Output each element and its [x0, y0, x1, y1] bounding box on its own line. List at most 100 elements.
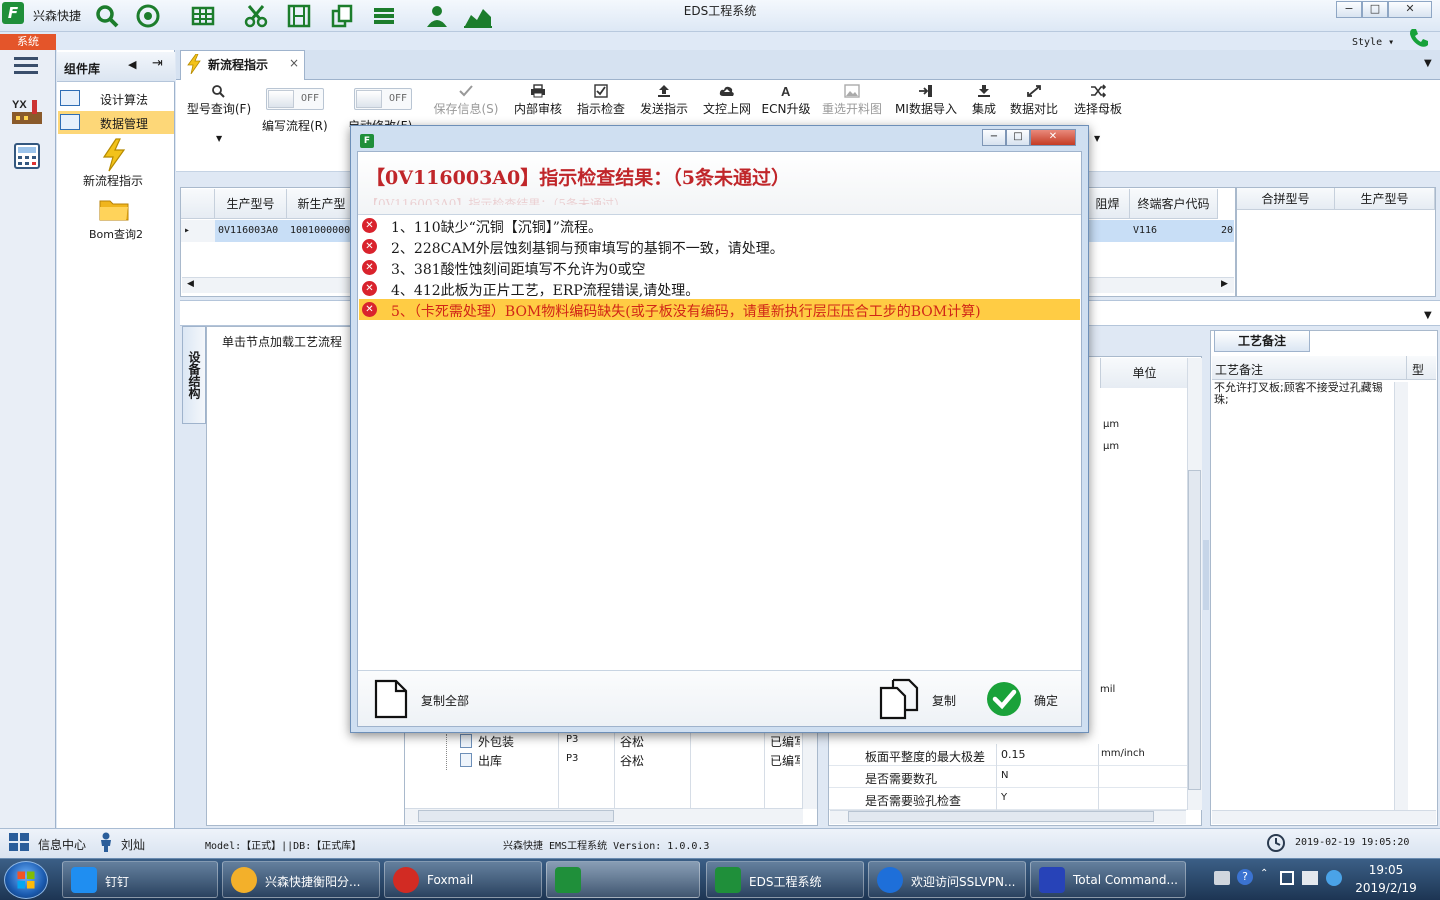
keyboard-icon[interactable] [1214, 871, 1230, 885]
mi-data-import-button[interactable]: MI数据导入 [892, 82, 960, 122]
chevron-down-icon[interactable]: ▼ [216, 134, 222, 143]
check-instruction-button[interactable]: 指示检查 [573, 82, 629, 122]
maximize-button[interactable]: □ [1362, 1, 1388, 18]
minimize-button[interactable]: − [1336, 1, 1362, 18]
taskbar-item-eds-blank[interactable] [546, 861, 700, 898]
start-button[interactable] [4, 861, 48, 899]
internal-review-button[interactable]: 内部审核 [510, 82, 566, 122]
taskbar-item-total-commander[interactable]: Total Command... [1030, 861, 1186, 898]
scroll-thumb[interactable] [1188, 470, 1201, 790]
save-info-button[interactable]: 保存信息(S) [428, 82, 504, 122]
dialog-maximize-button[interactable]: □ [1006, 129, 1030, 146]
document-icon[interactable] [373, 679, 409, 719]
phone-icon[interactable] [1408, 27, 1430, 49]
tab-close-icon[interactable]: × [289, 56, 299, 70]
table-cell[interactable]: 20 [1218, 220, 1234, 242]
help-icon[interactable]: ? [1237, 869, 1253, 885]
grid-header-model[interactable]: 生产型号 [215, 189, 287, 219]
data-compare-button[interactable]: 数据对比 [1006, 82, 1062, 122]
doc-control-upload-button[interactable]: 文控上网 [699, 82, 755, 122]
vertical-scrollbar[interactable] [1394, 382, 1408, 810]
list-item-selected[interactable]: ✕ 5、（卡死需处理）BOM物料编码缺失(或子板没有编码，请重新执行层压压合工步的… [359, 299, 1080, 320]
integrate-button[interactable]: 集成 [966, 82, 1002, 122]
select-mother-board-button[interactable]: 选择母板 [1070, 82, 1126, 122]
remarks-header-label[interactable]: 工艺备注 [1215, 361, 1263, 378]
start-edit-toggle[interactable]: OFF [354, 88, 412, 110]
chevron-up-icon[interactable]: ⌃ [1260, 868, 1268, 879]
list-item[interactable]: ✕ 1、110缺少“沉铜【沉铜】”流程。 [359, 215, 1080, 236]
folder-icon[interactable] [98, 196, 130, 222]
reselect-cut-map-button[interactable]: 重选开料图 [818, 82, 886, 122]
taskbar-item-ie[interactable]: 欢迎访问SSLVPN... [868, 861, 1026, 898]
tree-item-design-algorithm[interactable]: 设计算法 [58, 87, 174, 110]
vertical-scrollbar[interactable] [802, 731, 817, 809]
scroll-thumb[interactable] [848, 811, 1154, 822]
scroll-left-icon[interactable]: ◀ [187, 279, 194, 289]
ecn-upgrade-button[interactable]: A ECN升级 [760, 82, 812, 122]
copy-button[interactable]: 复制 [932, 692, 956, 709]
windows-grid-icon[interactable] [8, 832, 30, 852]
grid-header-unit[interactable]: 单位 [1100, 358, 1188, 388]
table-row[interactable]: 是否需要数孔 N [829, 766, 1187, 788]
vpn-icon[interactable] [1326, 870, 1342, 886]
table-cell[interactable] [1086, 220, 1130, 242]
remarks-text[interactable]: 不允许打叉板;顾客不接受过孔藏锡珠; [1214, 382, 1394, 406]
process-row-name[interactable]: 出库 [478, 752, 502, 769]
write-flow-toggle[interactable]: OFF [266, 88, 324, 110]
taskbar-item-dingtalk[interactable]: 钉钉 [62, 861, 218, 898]
taskbar-item-shell[interactable]: 兴森快捷衡阳分... [222, 861, 380, 898]
table-row[interactable]: 板面平整度的最大极差 0.15 mm/inch [829, 744, 1187, 766]
flag-icon[interactable] [1280, 871, 1294, 885]
send-instruction-button[interactable]: 发送指示 [636, 82, 692, 122]
grid-header-new-model[interactable]: 新生产型 [287, 189, 357, 219]
dialog-minimize-button[interactable]: − [982, 129, 1006, 146]
taskbar-item-eds[interactable]: EDS工程系统 [706, 861, 864, 898]
copy-all-button[interactable]: 复制全部 [421, 692, 469, 709]
tab-process-remarks[interactable]: 工艺备注 [1214, 330, 1310, 352]
info-center-link[interactable]: 信息中心 [38, 836, 86, 853]
menu-icon[interactable] [14, 56, 38, 76]
table-row[interactable]: 是否需要验孔检查 Y [829, 788, 1187, 810]
chevron-down-icon[interactable]: ▼ [1424, 310, 1432, 321]
grid-corner [181, 189, 215, 219]
grid-header-merge-model[interactable]: 合拼型号 [1237, 188, 1335, 210]
check-circle-icon[interactable] [986, 681, 1022, 717]
scroll-right-icon[interactable]: ▶ [1221, 279, 1228, 289]
grid-header-production-model[interactable]: 生产型号 [1335, 188, 1435, 210]
splitter-handle[interactable] [1203, 540, 1209, 610]
tree-item-data-management[interactable]: 数据管理 [58, 111, 174, 134]
remarks-header-type[interactable]: 型 [1412, 361, 1424, 378]
style-dropdown[interactable]: Style ▾ [1352, 37, 1394, 48]
dialog-close-button[interactable]: ✕ [1030, 129, 1076, 146]
table-cell[interactable]: 10010000001 [287, 220, 357, 242]
chevron-down-icon[interactable]: ▼ [1424, 58, 1432, 69]
horizontal-scrollbar[interactable] [1212, 810, 1436, 824]
table-cell[interactable]: V116 [1130, 220, 1218, 242]
list-item[interactable]: ✕ 2、228CAM外层蚀刻基铜与预审填写的基铜不一致，请处理。 [359, 236, 1080, 257]
grid-header-end-customer[interactable]: 终端客户代码 [1130, 189, 1218, 219]
factory-icon[interactable]: YX [10, 96, 44, 126]
ok-button[interactable]: 确定 [1034, 692, 1058, 709]
collapse-left-icon[interactable]: ◀ [128, 58, 136, 71]
lightning-icon[interactable] [100, 138, 128, 172]
scroll-thumb[interactable] [418, 810, 614, 822]
list-item[interactable]: ✕ 3、381酸性蚀刻间距填写不允许为0或空 [359, 257, 1080, 278]
model-query-button[interactable]: 型号查询(F) [184, 82, 254, 122]
calculator-icon[interactable] [12, 142, 42, 170]
chevron-down-icon[interactable]: ▼ [1094, 134, 1100, 143]
tray-date[interactable]: 2019/2/19 [1352, 881, 1420, 895]
tile-bom-label[interactable]: Bom查询2 [89, 226, 143, 242]
table-cell[interactable]: 0V116003A0 [215, 220, 287, 242]
menu-system[interactable]: 系统 [0, 34, 56, 50]
process-row-name[interactable]: 外包装 [478, 733, 514, 750]
list-item[interactable]: ✕ 4、412此板为正片工艺，ERP流程错误,请处理。 [359, 278, 1080, 299]
pin-icon[interactable]: ⇥ [152, 56, 163, 71]
close-button[interactable]: ✕ [1388, 1, 1432, 18]
tab-equipment-structure[interactable]: 设备结构 [182, 326, 206, 424]
tray-time[interactable]: 19:05 [1356, 863, 1416, 877]
tile-new-flow-label[interactable]: 新流程指示 [83, 172, 143, 189]
network-icon[interactable] [1302, 871, 1318, 885]
taskbar-item-foxmail[interactable]: Foxmail [384, 861, 542, 898]
copy-icon[interactable] [878, 678, 920, 720]
grid-header-solder-mask[interactable]: 阻焊 [1086, 189, 1130, 219]
